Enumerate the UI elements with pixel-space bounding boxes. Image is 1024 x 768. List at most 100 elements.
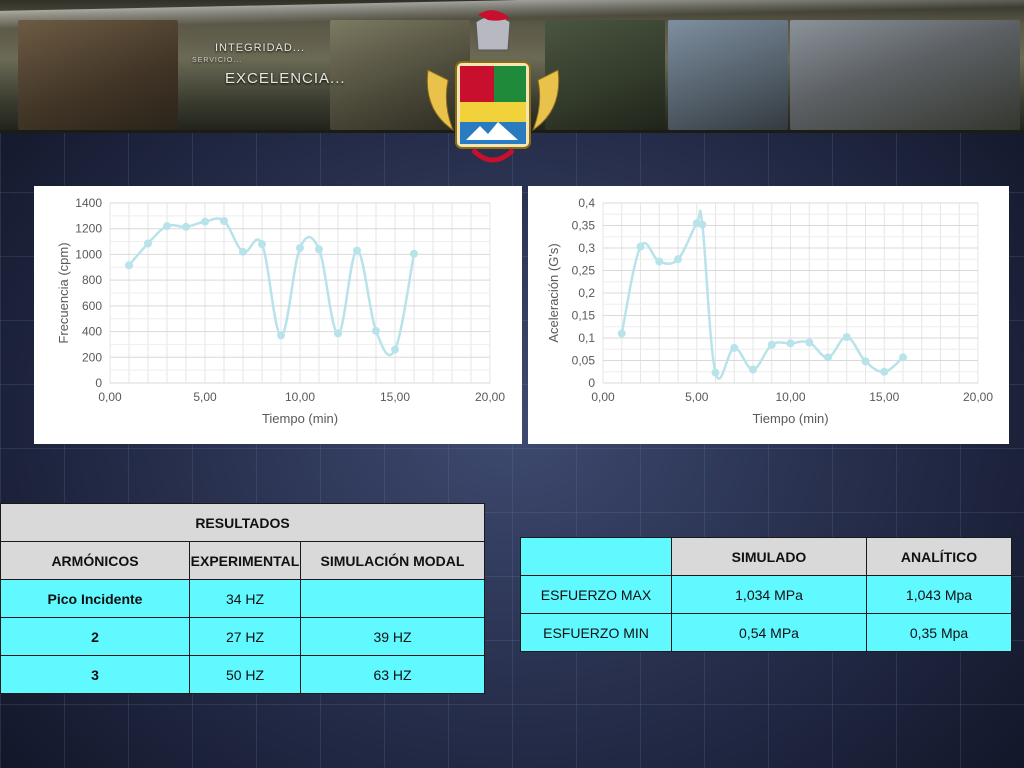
y-tick-label: 1400 — [75, 196, 102, 210]
data-point — [125, 261, 133, 270]
table-row: 2 27 HZ 39 HZ — [0, 617, 485, 656]
data-point — [315, 245, 323, 254]
header-experimental: EXPERIMENTAL — [189, 541, 301, 580]
frequency-chart-svg: 0 200 400 600 800 1000 1200 1400 0,00 5,00 10,00 15… — [56, 196, 505, 426]
cell-armonico: Pico Incidente — [0, 579, 190, 618]
cell-esfuerzo-label: ESFUERZO MAX — [520, 575, 672, 614]
table-title-row: RESULTADOS — [0, 503, 485, 542]
y-tick-label: 0,2 — [578, 286, 595, 300]
data-point — [674, 255, 682, 264]
data-point — [824, 353, 832, 362]
table-row: ESFUERZO MAX 1,034 MPa 1,043 Mpa — [520, 575, 1012, 614]
y-tick-label: 0,3 — [578, 241, 595, 255]
data-point — [786, 339, 795, 348]
x-tick-label: 20,00 — [963, 390, 993, 404]
chart-grid — [602, 202, 979, 384]
header-analitico: ANALÍTICO — [866, 537, 1012, 576]
resultados-table: RESULTADOS ARMÓNICOS EXPERIMENTAL SIMULA… — [0, 503, 485, 694]
x-tick-label: 5,00 — [193, 390, 217, 404]
x-tick-label: 5,00 — [685, 390, 709, 404]
data-point — [842, 333, 851, 342]
data-point — [899, 353, 907, 362]
slogan-integridad: INTEGRIDAD... — [215, 42, 306, 54]
cell-simulacion — [300, 579, 485, 618]
cell-simulado: 0,54 MPa — [671, 613, 867, 652]
cell-simulado: 1,034 MPa — [671, 575, 867, 614]
esfuerzo-table: SIMULADO ANALÍTICO ESFUERZO MAX 1,034 MP… — [520, 537, 1012, 652]
data-point — [182, 222, 190, 231]
y-tick-label: 0 — [588, 376, 595, 390]
data-point — [334, 329, 342, 338]
data-point — [239, 247, 247, 256]
binoculars-photo — [668, 20, 788, 130]
x-tick-label: 15,00 — [380, 390, 410, 404]
cell-simulacion: 63 HZ — [300, 655, 485, 694]
y-tick-label: 0,15 — [572, 309, 596, 323]
data-point — [410, 249, 418, 258]
y-axis-title: Aceleración (G's) — [546, 243, 561, 342]
x-axis-title: Tiempo (min) — [262, 411, 338, 426]
data-point — [372, 326, 380, 335]
data-point — [353, 246, 361, 255]
data-point — [880, 367, 889, 376]
cell-analitico: 1,043 Mpa — [866, 575, 1012, 614]
table-row: 3 50 HZ 63 HZ — [0, 655, 485, 694]
data-point — [258, 240, 266, 249]
soldier-photo — [18, 20, 178, 130]
x-tick-label: 10,00 — [285, 390, 315, 404]
data-point — [730, 343, 739, 352]
data-point — [617, 329, 626, 338]
frequency-chart: 0 200 400 600 800 1000 1200 1400 0,00 5,00 10,00 15… — [34, 186, 522, 444]
x-tick-label: 0,00 — [98, 390, 122, 404]
header-simulacion-modal: SIMULACIÓN MODAL — [300, 541, 485, 580]
data-point — [655, 257, 664, 266]
header-armonicos: ARMÓNICOS — [0, 541, 190, 580]
header-empty — [520, 537, 672, 576]
cell-simulacion: 39 HZ — [300, 617, 485, 656]
data-point — [144, 239, 152, 248]
coat-of-arms-logo — [426, 10, 560, 163]
acceleration-chart: 0 0,05 0,1 0,15 0,2 0,25 0,3 0,35 0,4 0,00 5,00 10,… — [528, 186, 1009, 444]
y-tick-label: 200 — [82, 350, 102, 364]
cell-experimental: 50 HZ — [189, 655, 301, 694]
y-axis-title: Frecuencia (cpm) — [56, 242, 71, 343]
acceleration-chart-svg: 0 0,05 0,1 0,15 0,2 0,25 0,3 0,35 0,4 0,00 5,00 10,… — [546, 196, 993, 426]
cell-experimental: 34 HZ — [189, 579, 301, 618]
x-tick-label: 10,00 — [775, 390, 805, 404]
cell-analitico: 0,35 Mpa — [866, 613, 1012, 652]
data-point — [749, 365, 757, 374]
y-tick-label: 0,05 — [572, 354, 596, 368]
resultados-title: RESULTADOS — [0, 503, 485, 542]
cell-esfuerzo-label: ESFUERZO MIN — [520, 613, 672, 652]
data-point — [711, 368, 720, 377]
table-row: ESFUERZO MIN 0,54 MPa 0,35 Mpa — [520, 613, 1012, 652]
cell-armonico: 2 — [0, 617, 190, 656]
slogan-servicio: SERVICIO... — [192, 57, 243, 64]
cell-armonico: 3 — [0, 655, 190, 694]
data-point — [220, 217, 228, 225]
data-point — [391, 345, 399, 354]
table-header-row: SIMULADO ANALÍTICO — [520, 537, 1012, 576]
x-axis-title: Tiempo (min) — [752, 411, 828, 426]
data-point — [163, 222, 171, 231]
data-point — [636, 242, 645, 251]
table-row: Pico Incidente 34 HZ — [0, 579, 485, 618]
table-header-row: ARMÓNICOS EXPERIMENTAL SIMULACIÓN MODAL — [0, 541, 485, 580]
data-point — [698, 220, 707, 229]
y-tick-label: 0,4 — [578, 196, 595, 210]
cell-experimental: 27 HZ — [189, 617, 301, 656]
y-tick-label: 0 — [95, 376, 102, 390]
data-point — [767, 340, 776, 349]
y-tick-label: 0,35 — [572, 219, 596, 233]
data-point — [201, 217, 209, 226]
y-tick-label: 0,25 — [572, 264, 596, 278]
y-tick-label: 800 — [82, 273, 102, 287]
data-point — [861, 357, 870, 366]
y-tick-label: 600 — [82, 299, 102, 313]
x-tick-label: 0,00 — [591, 390, 615, 404]
slogan-excelencia: EXCELENCIA... — [225, 70, 346, 87]
y-tick-label: 400 — [82, 325, 102, 339]
y-tick-label: 0,1 — [578, 331, 595, 345]
y-tick-label: 1000 — [75, 247, 102, 261]
series-line — [620, 209, 904, 380]
